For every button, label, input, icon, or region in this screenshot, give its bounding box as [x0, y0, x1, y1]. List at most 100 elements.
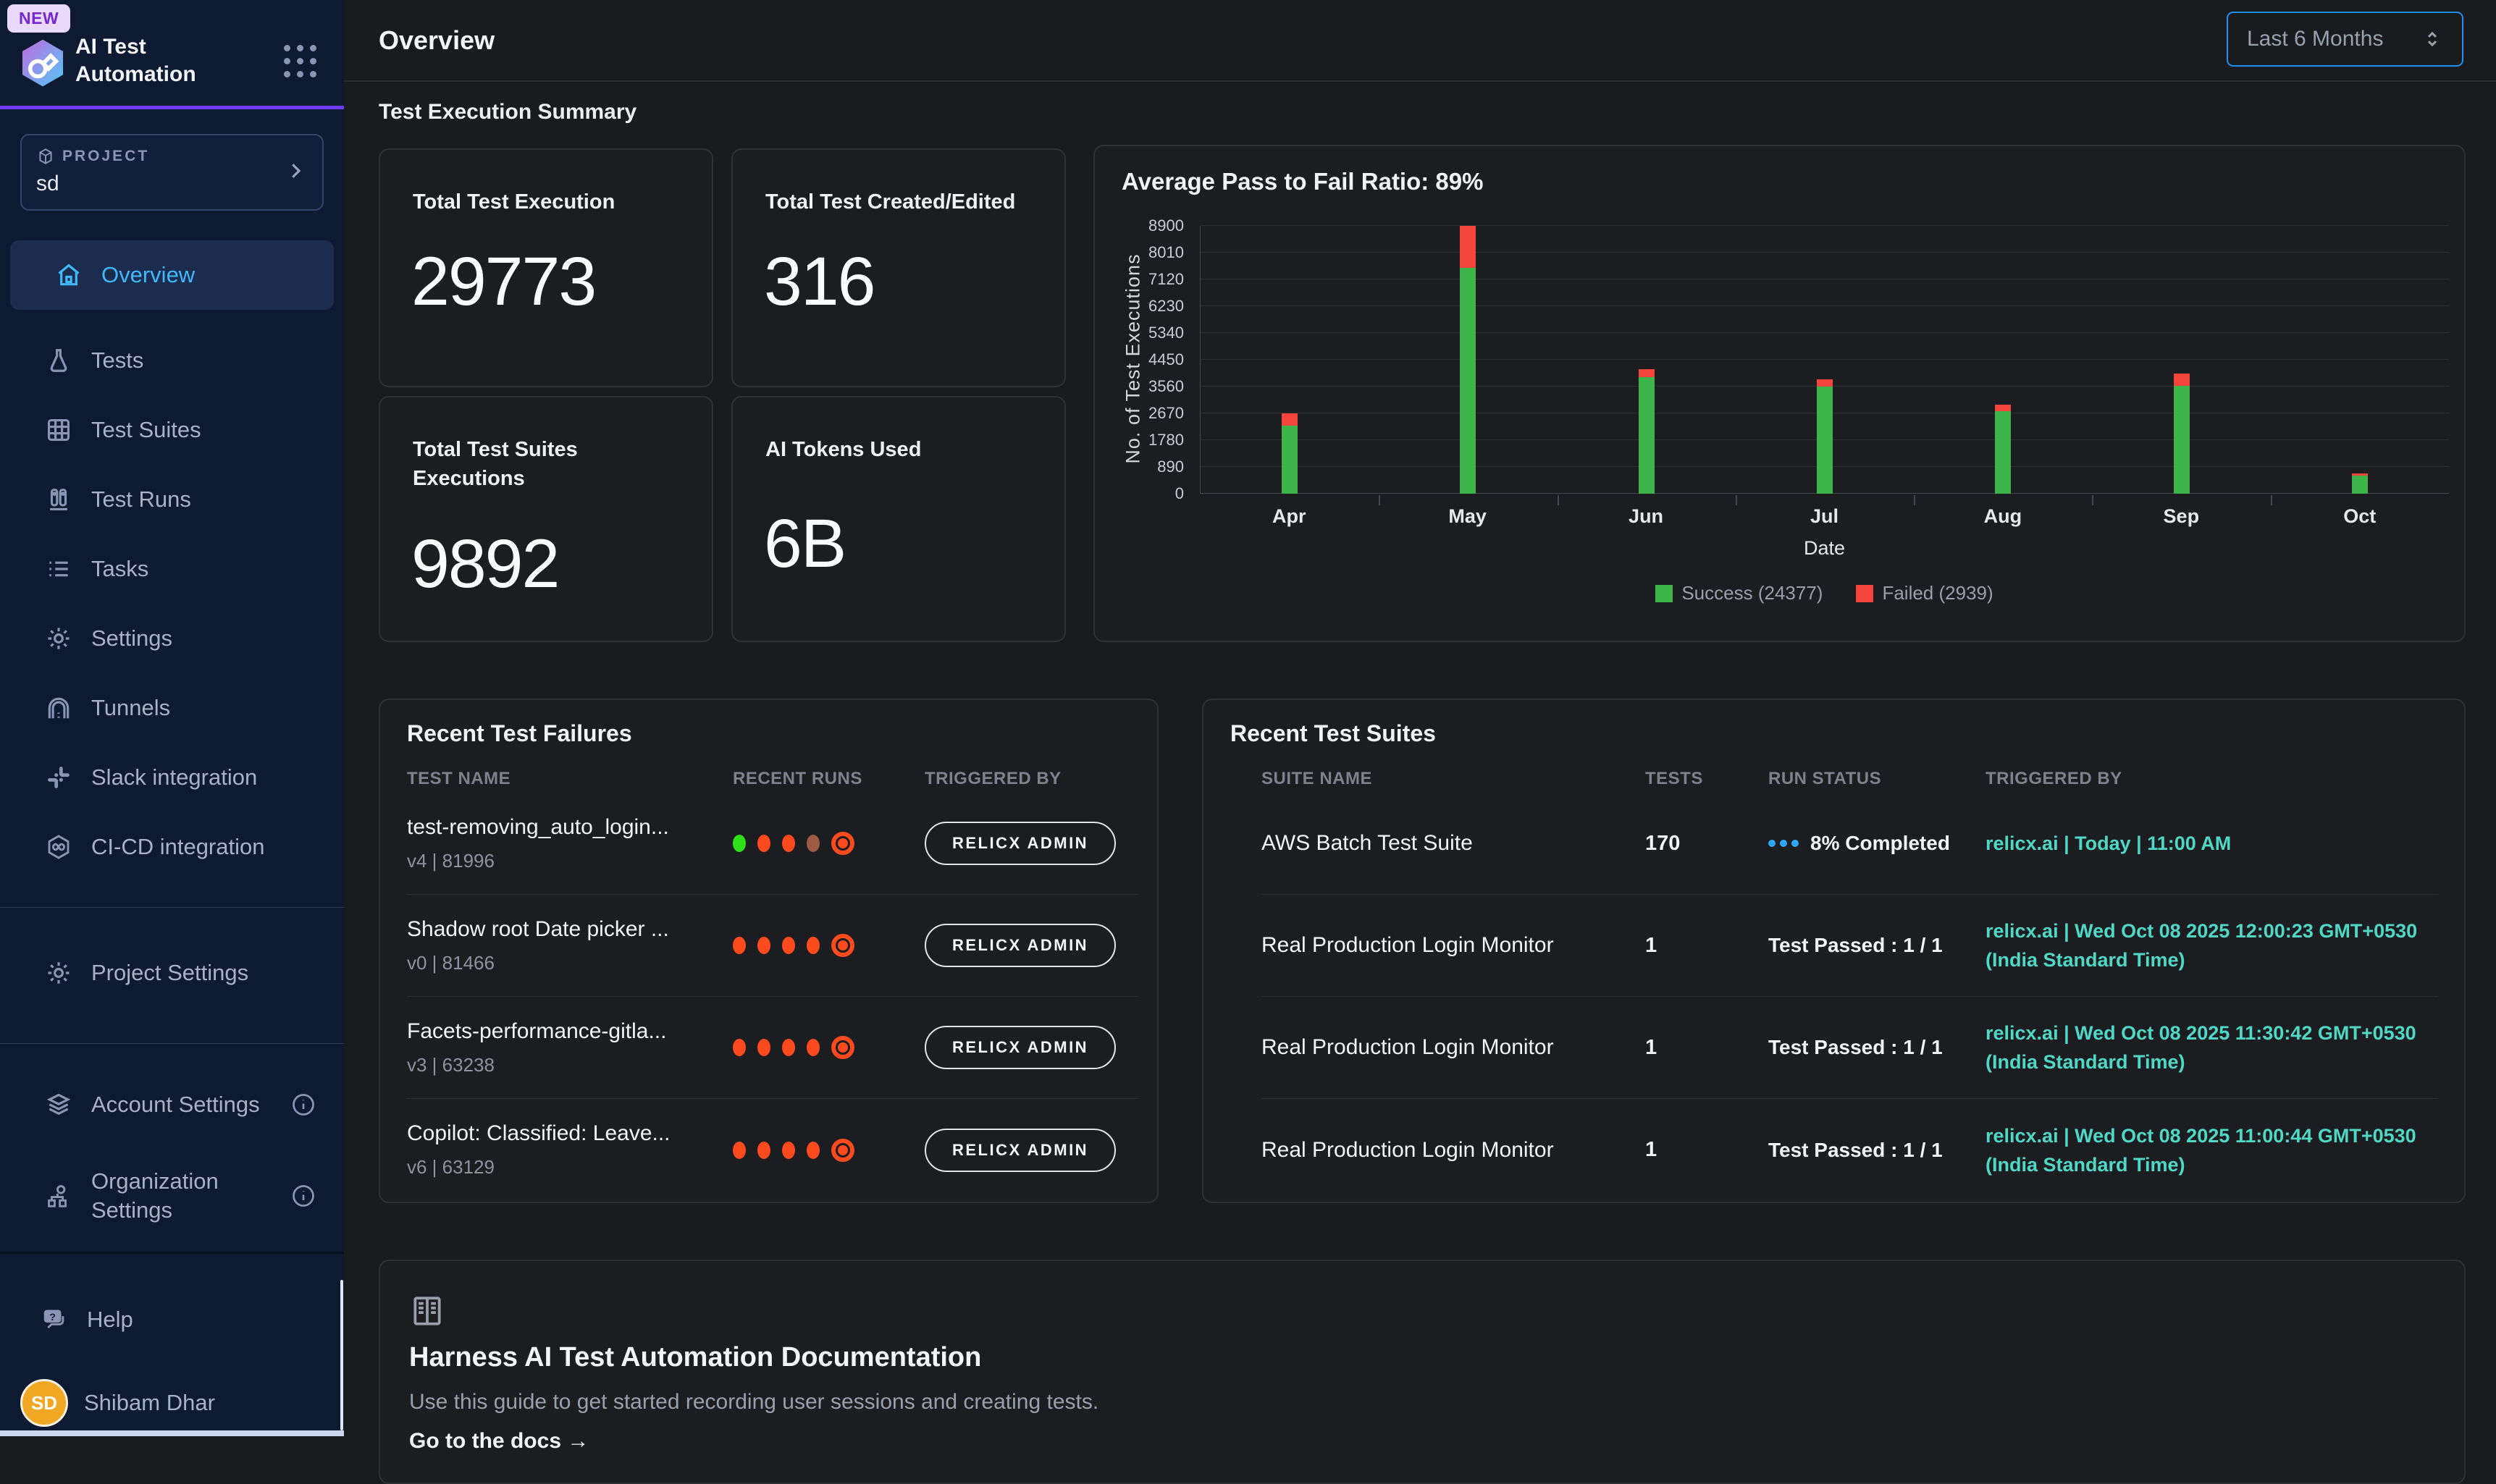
project-selector[interactable]: PROJECT sd: [20, 134, 324, 211]
sidebar-item-tasks[interactable]: Tasks: [0, 534, 344, 604]
stat-card: AI Tokens Used 6B: [731, 396, 1066, 642]
home-icon: [55, 261, 83, 289]
info-icon[interactable]: [290, 1092, 316, 1118]
module-switcher-icon[interactable]: [284, 45, 316, 77]
sidebar-item-organization-settings[interactable]: Organization Settings: [0, 1145, 344, 1247]
bar-slot: [1201, 226, 1379, 494]
table-row[interactable]: Real Production Login Monitor 1 Test Pas…: [1261, 1099, 2438, 1201]
stat-value: 9892: [411, 525, 558, 604]
stat-label: Total Test Execution: [413, 187, 673, 216]
run-dot-orange: [757, 1142, 770, 1159]
info-icon[interactable]: [290, 1183, 316, 1209]
card-title: Recent Test Suites: [1230, 720, 1436, 747]
table-row[interactable]: Facets-performance-gitla... v3 | 63238 R…: [407, 997, 1138, 1099]
table-row[interactable]: Real Production Login Monitor 1 Test Pas…: [1261, 895, 2438, 997]
run-dot-ring: [831, 832, 854, 855]
test-meta: v4 | 81996: [407, 850, 733, 872]
gear-icon: [45, 625, 72, 652]
recent-runs-dots: [733, 934, 925, 957]
infinity-hexagon-icon: [45, 833, 72, 861]
table-row[interactable]: test-removing_auto_login... v4 | 81996 R…: [407, 793, 1138, 895]
triggered-by-link[interactable]: relicx.ai | Wed Oct 08 2025 11:00:44 GMT…: [1986, 1121, 2438, 1179]
recent-test-failures-card: Recent Test Failures TEST NAME RECENT RU…: [379, 699, 1159, 1203]
user-menu[interactable]: SD Shibam Dhar: [0, 1367, 344, 1439]
x-tick-label: May: [1378, 505, 1556, 528]
stacked-bar-apr: [1282, 226, 1298, 494]
run-dot-orange: [782, 1142, 795, 1159]
run-status: 8% Completed: [1768, 832, 1986, 855]
triggered-by-link[interactable]: relicx.ai | Today | 11:00 AM: [1986, 829, 2438, 858]
recent-runs-dots: [733, 832, 925, 855]
help-chat-icon: ?: [41, 1306, 68, 1333]
run-dot-orange: [782, 937, 795, 954]
recent-test-suites-card: Recent Test Suites SUITE NAME TESTS RUN …: [1202, 699, 2466, 1203]
legend-label: Success (24377): [1681, 582, 1823, 604]
test-name[interactable]: test-removing_auto_login...: [407, 815, 733, 840]
sidebar-item-tests[interactable]: Tests: [0, 326, 344, 395]
test-name[interactable]: Facets-performance-gitla...: [407, 1019, 733, 1044]
run-dot-orange: [807, 1142, 820, 1159]
chevron-updown-icon: [2421, 28, 2443, 50]
table-row[interactable]: AWS Batch Test Suite 170 8% Completed re…: [1261, 793, 2438, 895]
stacked-bar-may: [1460, 226, 1476, 494]
sidebar-item-tunnels[interactable]: Tunnels: [0, 673, 344, 743]
sidebar-item-cicd-integration[interactable]: CI-CD integration: [0, 812, 344, 882]
triggered-by-link[interactable]: relicx.ai | Wed Oct 08 2025 12:00:23 GMT…: [1986, 916, 2438, 974]
suite-name[interactable]: Real Production Login Monitor: [1261, 1138, 1645, 1163]
triggered-by-button[interactable]: RELICX ADMIN: [925, 1129, 1116, 1172]
sidebar-header: NEW AI Test Automation: [0, 0, 344, 107]
time-filter-select[interactable]: Last 6 Months: [2227, 12, 2463, 67]
sidebar-item-slack-integration[interactable]: Slack integration: [0, 743, 344, 812]
suite-name[interactable]: Real Production Login Monitor: [1261, 933, 1645, 958]
time-filter-value: Last 6 Months: [2247, 27, 2383, 51]
triggered-by-button[interactable]: RELICX ADMIN: [925, 924, 1116, 967]
sidebar-item-settings[interactable]: Settings: [0, 604, 344, 673]
y-tick-label: 0: [1175, 484, 1184, 503]
go-to-docs-link[interactable]: Go to the docs →: [409, 1429, 589, 1454]
table-row[interactable]: Copilot: Classified: Leave... v6 | 63129…: [407, 1099, 1138, 1201]
sidebar-item-account-settings[interactable]: Account Settings: [0, 1070, 344, 1139]
sidebar-item-label: Settings: [91, 625, 172, 652]
x-axis-tick: [1914, 495, 1915, 505]
success-segment: [1639, 377, 1655, 494]
test-name[interactable]: Shadow root Date picker ...: [407, 917, 733, 942]
sidebar-item-project-settings[interactable]: Project Settings: [0, 938, 344, 1008]
user-name: Shibam Dhar: [84, 1390, 215, 1416]
sidebar-item-test-runs[interactable]: Test Runs: [0, 465, 344, 534]
run-status-text: Test Passed : 1 / 1: [1768, 934, 1943, 957]
legend-swatch: [1856, 585, 1873, 602]
chart-xlabels: AprMayJunJulAugSepOct: [1200, 505, 2449, 528]
y-tick-label: 1780: [1148, 431, 1184, 450]
y-tick-label: 8900: [1148, 216, 1184, 235]
sidebar-item-overview[interactable]: Overview: [10, 240, 334, 310]
run-dot-brown: [807, 835, 820, 852]
documentation-card: Harness AI Test Automation Documentation…: [379, 1260, 2466, 1484]
test-name[interactable]: Copilot: Classified: Leave...: [407, 1121, 733, 1146]
triggered-by-link[interactable]: relicx.ai | Wed Oct 08 2025 11:30:42 GMT…: [1986, 1019, 2438, 1076]
columns-icon: [45, 486, 72, 513]
sidebar-item-help[interactable]: ? Help: [0, 1285, 344, 1354]
triggered-by-button[interactable]: RELICX ADMIN: [925, 822, 1116, 865]
sidebar-item-test-suites[interactable]: Test Suites: [0, 395, 344, 465]
run-dot-ring: [831, 934, 854, 957]
suite-name[interactable]: Real Production Login Monitor: [1261, 1035, 1645, 1060]
stat-label: Total Test Created/Edited: [765, 187, 1026, 216]
y-tick-label: 890: [1157, 458, 1184, 476]
sidebar-horizontal-scrollbar[interactable]: [0, 1430, 344, 1436]
legend-item: Success (24377): [1655, 582, 1823, 604]
cube-icon: [36, 147, 55, 166]
column-header: RUN STATUS: [1768, 769, 1986, 789]
sidebar-vertical-scrollbar[interactable]: [340, 1280, 343, 1430]
stacked-bar-sep: [2174, 226, 2190, 494]
success-segment: [1282, 426, 1298, 494]
sidebar-item-label: Account Settings: [91, 1092, 260, 1118]
table-row[interactable]: Shadow root Date picker ... v0 | 81466 R…: [407, 895, 1138, 997]
list-icon: [45, 555, 72, 583]
x-axis-tick: [2271, 495, 2272, 505]
triggered-by-button[interactable]: RELICX ADMIN: [925, 1026, 1116, 1069]
bar-slot: [1736, 226, 1914, 494]
suite-name[interactable]: AWS Batch Test Suite: [1261, 831, 1645, 856]
table-row[interactable]: Real Production Login Monitor 1 Test Pas…: [1261, 997, 2438, 1099]
table-header: TEST NAME RECENT RUNS TRIGGERED BY: [407, 769, 1138, 789]
docs-title: Harness AI Test Automation Documentation: [409, 1342, 981, 1373]
